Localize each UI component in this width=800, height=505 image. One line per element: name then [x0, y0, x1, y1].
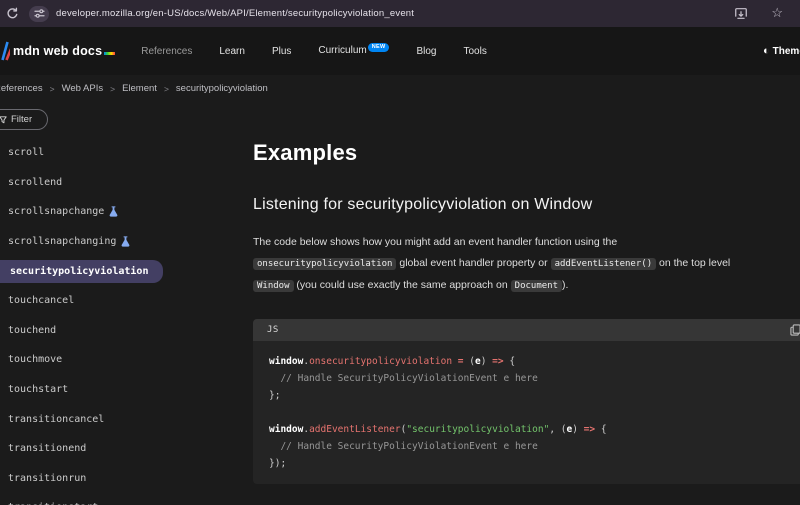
intro-paragraph: The code below shows how you might add a…	[253, 232, 800, 297]
paragraph-line: onsecuritypolicyviolation global event h…	[253, 253, 800, 275]
bookmark-star-icon[interactable]: ☆	[771, 6, 783, 19]
theme-label: Theme	[773, 46, 800, 57]
code-line: window.onsecuritypolicyviolation = (e) =…	[269, 353, 800, 370]
theme-half-circle-icon: ◐	[763, 45, 770, 57]
sidebar-item-scrollsnapchanging[interactable]: scrollsnapchanging	[0, 227, 245, 257]
copy-icon[interactable]	[790, 324, 800, 336]
sidebar-item-label: securitypolicyviolation	[0, 260, 163, 283]
sidebar-item-transitioncancel[interactable]: transitioncancel	[0, 404, 245, 434]
code-line: });	[269, 455, 800, 472]
mdn-logo-underscore	[104, 52, 115, 55]
sidebar-item-scroll[interactable]: scroll	[0, 138, 245, 168]
section-heading: Listening for securitypolicyviolation on…	[253, 196, 800, 214]
inline-code: onsecuritypolicyviolation	[253, 258, 396, 270]
url-text[interactable]: developer.mozilla.org/en-US/docs/Web/API…	[56, 8, 414, 19]
browser-window: developer.mozilla.org/en-US/docs/Web/API…	[0, 0, 800, 505]
sidebar-item-scrollend[interactable]: scrollend	[0, 168, 245, 198]
send-to-device-icon[interactable]	[734, 7, 748, 20]
examples-heading: Examples	[253, 130, 800, 166]
sidebar-item-touchstart[interactable]: touchstart	[0, 375, 245, 405]
sidebar-item-label: scrollend	[8, 177, 62, 188]
sidebar-item-label: transitionend	[8, 443, 86, 454]
nav-links: References Learn Plus CurriculumNEW Blog…	[141, 45, 487, 57]
code-line	[269, 404, 800, 421]
experimental-flask-icon	[109, 206, 118, 217]
code-language-label: JS	[267, 325, 279, 335]
nav-link-curriculum[interactable]: CurriculumNEW	[318, 45, 389, 57]
new-badge: NEW	[368, 43, 390, 52]
inline-code: addEventListener()	[551, 258, 657, 270]
nav-link-plus[interactable]: Plus	[272, 46, 291, 57]
main-content: Examples Listening for securitypolicyvio…	[253, 130, 800, 484]
sidebar-item-securitypolicyviolation[interactable]: securitypolicyviolation	[0, 256, 245, 286]
tune-icon	[34, 9, 45, 18]
sidebar-filter-button[interactable]: Filter	[0, 109, 48, 130]
inline-code: Document	[511, 280, 562, 292]
sidebar-item-label: transitionrun	[8, 473, 86, 484]
paragraph-line: The code below shows how you might add a…	[253, 232, 800, 253]
nav-link-curriculum-label: Curriculum	[318, 45, 366, 56]
sidebar-item-label: touchstart	[8, 384, 68, 395]
code-block: JS window.onsecuritypolicyviolation = (e…	[253, 319, 800, 484]
breadcrumb-element[interactable]: Element	[122, 83, 157, 94]
filter-funnel-icon	[0, 116, 7, 124]
paragraph-text: (you could use exactly the same approach…	[294, 279, 511, 291]
paragraph-text: The code below shows how you might add a…	[253, 236, 617, 248]
site-settings-button[interactable]	[29, 6, 49, 22]
sidebar-item-touchend[interactable]: touchend	[0, 316, 245, 346]
mdn-logo-text: mdn web docs	[13, 44, 102, 58]
breadcrumb: References > Web APIs > Element > securi…	[0, 83, 268, 94]
sidebar-item-label: touchmove	[8, 354, 62, 365]
code-line: window.addEventListener("securitypolicyv…	[269, 421, 800, 438]
paragraph-line: Window (you could use exactly the same a…	[253, 275, 800, 297]
browser-address-bar: developer.mozilla.org/en-US/docs/Web/API…	[0, 0, 800, 27]
sidebar-item-label: touchcancel	[8, 295, 74, 306]
code-block-header: JS	[253, 319, 800, 341]
sidebar-item-scrollsnapchange[interactable]: scrollsnapchange	[0, 197, 245, 227]
nav-link-tools[interactable]: Tools	[463, 46, 486, 57]
nav-link-blog[interactable]: Blog	[416, 46, 436, 57]
sidebar-item-transitionend[interactable]: transitionend	[0, 434, 245, 464]
reload-icon[interactable]	[6, 7, 19, 20]
breadcrumb-separator: >	[164, 84, 169, 94]
mdn-logo-mark-icon	[0, 39, 10, 63]
code-line: // Handle SecurityPolicyViolationEvent e…	[269, 370, 800, 387]
nav-link-references[interactable]: References	[141, 46, 192, 57]
sidebar-item-label: scrollsnapchanging	[8, 236, 116, 247]
paragraph-text: ).	[562, 279, 568, 291]
code-line: };	[269, 387, 800, 404]
nav-link-learn[interactable]: Learn	[219, 46, 245, 57]
sidebar-item-label: touchend	[8, 325, 56, 336]
sidebar: Filter scrollscrollendscrollsnapchangesc…	[0, 109, 245, 505]
inline-code: Window	[253, 280, 294, 292]
sidebar-item-label: transitioncancel	[8, 414, 104, 425]
breadcrumb-web-apis[interactable]: Web APIs	[62, 83, 104, 94]
sidebar-item-label: scrollsnapchange	[8, 206, 104, 217]
mdn-navbar: mdn web docs References Learn Plus Curri…	[0, 27, 800, 75]
mdn-logo[interactable]: mdn web docs	[13, 44, 115, 58]
breadcrumb-separator: >	[50, 84, 55, 94]
experimental-flask-icon	[121, 236, 130, 247]
theme-toggle[interactable]: ◐ Theme	[763, 27, 800, 75]
breadcrumb-separator: >	[110, 84, 115, 94]
code-body: window.onsecuritypolicyviolation = (e) =…	[253, 341, 800, 484]
paragraph-text: on the top level	[656, 257, 730, 269]
sidebar-item-touchcancel[interactable]: touchcancel	[0, 286, 245, 316]
paragraph-text: global event handler property or	[396, 257, 550, 269]
sidebar-item-label: scroll	[8, 147, 44, 158]
sidebar-item-touchmove[interactable]: touchmove	[0, 345, 245, 375]
sidebar-event-list: scroll scrollend scrollsnapchange scrollsna…	[0, 138, 245, 505]
breadcrumb-references[interactable]: References	[0, 83, 43, 94]
filter-label: Filter	[11, 114, 32, 125]
breadcrumb-current-page: securitypolicyviolation	[176, 83, 268, 94]
code-line: // Handle SecurityPolicyViolationEvent e…	[269, 438, 800, 455]
sidebar-item-transitionstart[interactable]: transitionstart	[0, 493, 245, 505]
sidebar-item-transitionrun[interactable]: transitionrun	[0, 464, 245, 494]
